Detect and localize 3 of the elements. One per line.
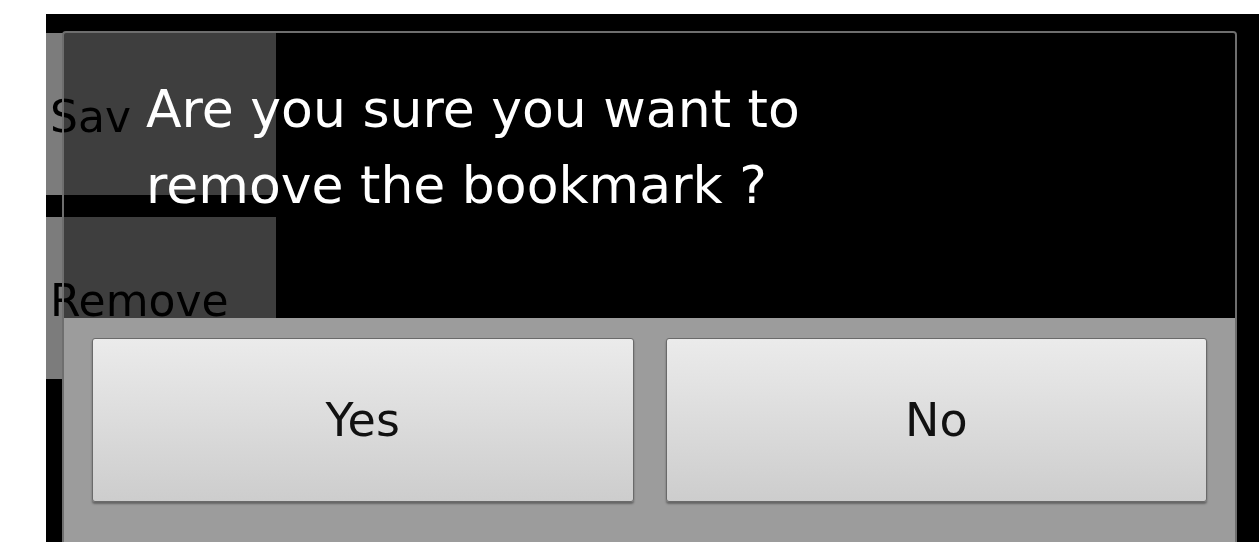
dialog-button[interactable]: No — [665, 338, 1207, 502]
dialog-button[interactable]: Yes — [92, 338, 634, 502]
dialog-message: Are you sure you want to remove the bookmark ? — [146, 78, 801, 217]
